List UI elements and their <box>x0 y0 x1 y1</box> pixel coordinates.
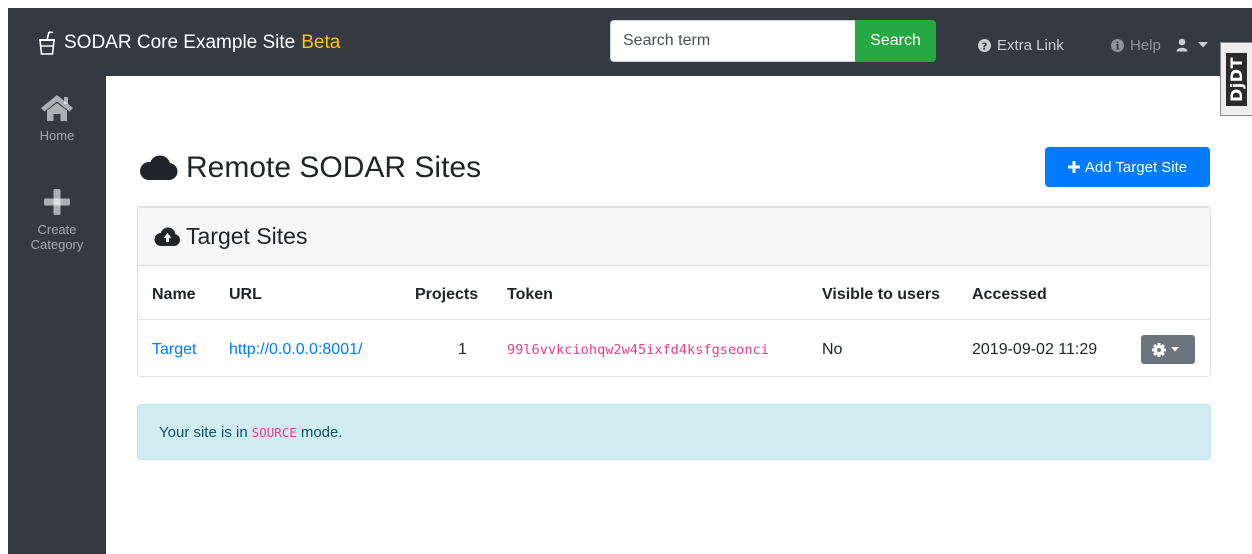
debug-toolbar-handle[interactable]: DjDT <box>1220 42 1252 116</box>
page-title-text: Remote SODAR Sites <box>186 151 482 184</box>
caret-down-icon <box>1198 42 1208 48</box>
site-name-link[interactable]: Target <box>152 338 196 362</box>
svg-text:i: i <box>1116 41 1120 52</box>
cloud-icon <box>140 155 178 180</box>
sidebar: Home Create Category <box>8 76 106 554</box>
sidebar-item-create-category[interactable]: Create Category <box>8 188 106 252</box>
column-header[interactable]: Projects <box>415 283 478 307</box>
search-input[interactable] <box>610 20 856 62</box>
home-icon <box>41 95 73 121</box>
page-title: Remote SODAR Sites <box>138 150 481 186</box>
column-header[interactable]: Token <box>507 283 553 307</box>
top-navbar: SODAR Core Example Site Beta Search ? Ex… <box>8 8 1252 76</box>
svg-text:?: ? <box>982 41 988 52</box>
cloud-upload-icon <box>154 227 180 246</box>
help-link[interactable]: i Help <box>1111 35 1161 55</box>
sidebar-item-home[interactable]: Home <box>8 94 106 143</box>
extra-link[interactable]: ? Extra Link <box>978 35 1064 55</box>
extra-link-label: Extra Link <box>997 36 1064 54</box>
site-name: SODAR Core Example Site <box>64 32 296 53</box>
accessed-timestamp: 2019-09-02 11:29 <box>972 341 1098 358</box>
row-divider <box>138 319 1210 320</box>
plus-icon <box>1067 161 1080 173</box>
gear-icon <box>1152 342 1166 357</box>
add-target-site-label: Add Target Site <box>1084 158 1188 176</box>
caret-down-icon <box>1171 347 1179 352</box>
page-margin <box>0 0 8 554</box>
visible-to-users-value: No <box>822 341 843 358</box>
site-mode-code: SOURCE <box>251 424 297 440</box>
user-icon <box>1176 38 1188 52</box>
sidebar-item-label: Home <box>39 128 75 143</box>
help-link-label: Help <box>1130 36 1161 54</box>
beta-badge: Beta <box>301 32 341 53</box>
alert-suffix: mode. <box>300 423 343 441</box>
site-actions-dropdown-button[interactable] <box>1141 335 1195 364</box>
site-url-link[interactable]: http://0.0.0.0:8001/ <box>229 338 362 362</box>
column-header[interactable]: Accessed <box>972 283 1047 307</box>
column-header[interactable]: Visible to users <box>822 283 940 307</box>
sidebar-item-label: Create Category <box>30 222 84 252</box>
site-brand[interactable]: SODAR Core Example Site Beta <box>38 30 340 56</box>
search-button[interactable]: Search <box>855 20 936 62</box>
info-circle-icon: i <box>1111 38 1124 52</box>
site-mode-alert: Your site is in SOURCE mode. <box>137 404 1211 460</box>
target-sites-card: Target Sites Name URL Projects Token Vis… <box>137 207 1211 377</box>
user-menu-dropdown[interactable] <box>1176 35 1214 55</box>
question-circle-icon: ? <box>978 38 991 52</box>
column-header[interactable]: Name <box>152 283 196 307</box>
debug-toolbar-label: DjDT <box>1226 52 1247 106</box>
column-header[interactable]: URL <box>229 283 262 307</box>
card-title: Target Sites <box>186 223 308 249</box>
alert-prefix: Your site is in <box>159 423 248 441</box>
card-header: Target Sites <box>138 208 1210 266</box>
cup-icon <box>39 31 55 55</box>
add-target-site-button[interactable]: Add Target Site <box>1045 147 1210 187</box>
projects-count: 1 <box>458 341 467 358</box>
plus-icon <box>44 189 70 215</box>
site-token: 99l6vvkciohqw2w45ixfd4ksfgseonci <box>507 342 769 358</box>
